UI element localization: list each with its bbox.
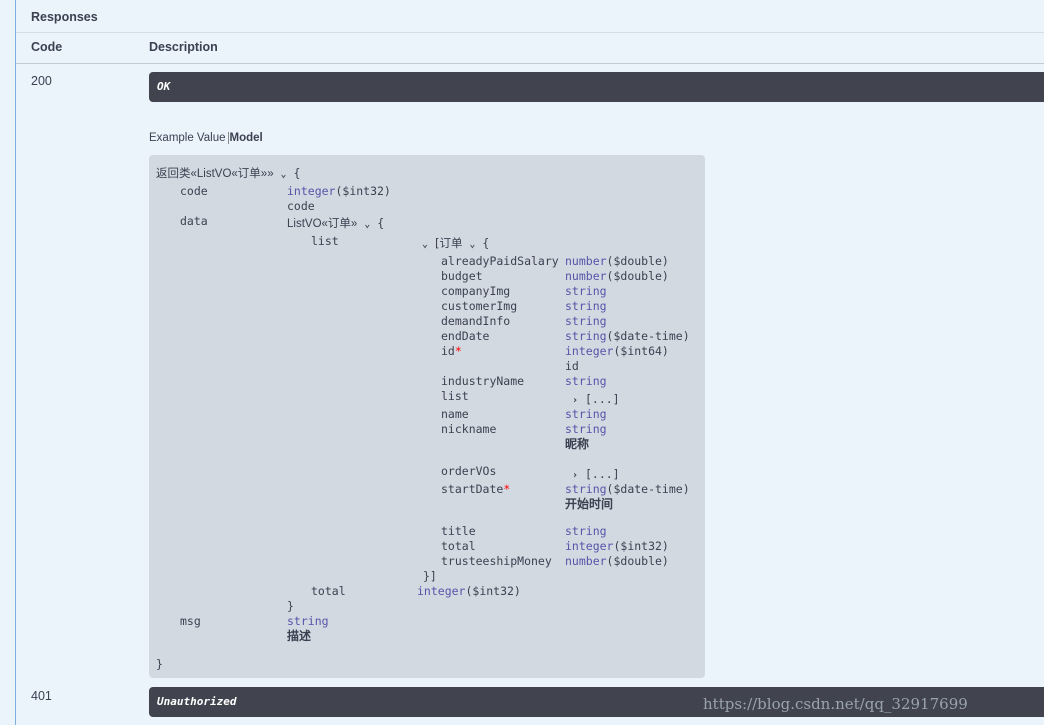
prop-type: string [565, 284, 607, 298]
chevron-down-icon[interactable]: ⌄ [469, 239, 475, 250]
watermark: https://blog.csdn.net/qq_32917699 [703, 695, 968, 713]
prop-description: id [565, 359, 579, 373]
prop-description: 描述 [287, 629, 312, 643]
prop-type: string [565, 422, 607, 436]
prop-name: code [180, 184, 208, 198]
prop-name: nickname [441, 422, 497, 436]
prop-name: customerImg [441, 299, 518, 313]
model-title: 返回类«ListVO«订单»» [156, 168, 274, 180]
prop-type: string [565, 299, 607, 313]
prop-name: industryName [441, 374, 525, 388]
close-bracket: }] [423, 569, 437, 583]
prop-name: list [311, 234, 339, 248]
close-brace: } [287, 599, 294, 613]
collapsed-array-toggle[interactable]: › [...] [572, 467, 620, 483]
prop-type: string [565, 314, 607, 328]
model-tabs: Example Value Model [149, 132, 263, 144]
required-marker: * [503, 482, 511, 496]
prop-type: integer($int64) [565, 344, 669, 358]
prop-name: list [441, 389, 469, 403]
prop-name: msg [180, 614, 201, 628]
prop-name: alreadyPaidSalary [441, 254, 559, 268]
model-header[interactable]: 返回类«ListVO«订单»» ⌄ { [156, 166, 300, 182]
prop-type: number($double) [565, 554, 669, 568]
prop-type: number($double) [565, 254, 669, 268]
prop-name: trusteeshipMoney [441, 554, 552, 568]
divider [16, 63, 1044, 64]
prop-type: integer($int32) [287, 184, 391, 198]
model-schema-box: 返回类«ListVO«订单»» ⌄ { code integer($int32)… [149, 155, 705, 678]
tab-example-value[interactable]: Example Value [149, 132, 229, 144]
close-brace: } [156, 657, 163, 671]
response-code-200: 200 [31, 74, 52, 88]
response-description-ok: OK [149, 72, 1044, 102]
prop-name: companyImg [441, 284, 511, 298]
section-left-border [15, 0, 16, 725]
collapsed-array-toggle[interactable]: › [...] [572, 392, 620, 408]
tab-model[interactable]: Model [229, 132, 263, 144]
prop-name: startDate* [441, 482, 511, 496]
prop-name: endDate [441, 329, 490, 343]
prop-name: total [441, 539, 476, 553]
chevron-down-icon[interactable]: ⌄ [281, 169, 287, 180]
prop-type: string [565, 524, 607, 538]
prop-type: string($date-time) [565, 482, 690, 496]
chevron-right-icon[interactable]: › [572, 395, 578, 406]
chevron-down-icon[interactable]: ⌄ [422, 239, 428, 250]
prop-name: id* [441, 344, 462, 358]
prop-type: string [287, 614, 329, 628]
prop-description: code [287, 199, 315, 213]
model-title: [订单 [434, 236, 463, 250]
model-title: ListVO«订单» [287, 218, 358, 230]
list-model-header[interactable]: ⌄ [订单 ⌄ { [422, 236, 489, 252]
chevron-right-icon[interactable]: › [572, 470, 578, 481]
prop-type: string [565, 407, 607, 421]
prop-description: 昵称 [565, 437, 590, 451]
prop-type: string [565, 374, 607, 388]
column-header-code: Code [31, 40, 63, 54]
prop-type: integer($int32) [565, 539, 669, 553]
column-header-description: Description [149, 40, 218, 54]
required-marker: * [454, 344, 462, 358]
prop-name: orderVOs [441, 464, 497, 478]
data-model-header[interactable]: ListVO«订单» ⌄ { [287, 216, 384, 232]
prop-name: demandInfo [441, 314, 511, 328]
prop-description: 开始时间 [565, 497, 614, 511]
prop-name: budget [441, 269, 483, 283]
response-code-401: 401 [31, 689, 52, 703]
prop-type: integer($int32) [417, 584, 521, 598]
prop-type: number($double) [565, 269, 669, 283]
prop-name: total [311, 584, 346, 598]
prop-name: data [180, 214, 208, 228]
responses-title: Responses [31, 10, 98, 24]
prop-type: string($date-time) [565, 329, 690, 343]
divider [16, 32, 1044, 33]
chevron-down-icon[interactable]: ⌄ [364, 219, 370, 230]
prop-name: name [441, 407, 469, 421]
prop-name: title [441, 524, 476, 538]
